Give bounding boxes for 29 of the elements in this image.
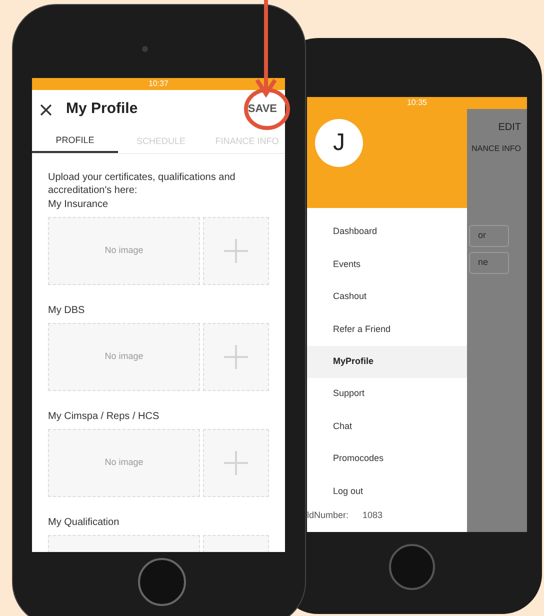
menu-item[interactable]: MyProfile [307, 346, 467, 378]
placeholder-text: No image [104, 350, 144, 364]
add-button[interactable] [203, 323, 269, 391]
plus-icon [224, 239, 248, 263]
close-icon[interactable] [40, 104, 52, 116]
status-time: 10:37 [148, 78, 169, 90]
tab[interactable]: NANCE INFO [472, 143, 521, 155]
section-label: My DBS [48, 304, 86, 317]
screen-title: My Profile [66, 99, 139, 120]
section-label: My Insurance [48, 198, 110, 211]
plus-icon [224, 451, 248, 475]
build-label: ldNumber: [307, 508, 349, 522]
placeholder-text: No image [104, 244, 144, 258]
input-field[interactable]: ne [469, 252, 509, 274]
section-label: My Qualification [48, 516, 120, 529]
input-field[interactable]: or [469, 225, 509, 247]
intro-text: Upload your certificates, qualifications and accreditation's here: [48, 171, 236, 197]
tab[interactable]: PROFILE [32, 130, 118, 153]
avatar[interactable]: J [315, 119, 363, 167]
highlight-circle [243, 88, 291, 130]
build-value: 1083 [362, 508, 383, 522]
placeholder-text: No image [104, 456, 144, 470]
plus-icon [224, 345, 248, 369]
status-time: 10:35 [406, 97, 428, 109]
add-button[interactable] [203, 429, 269, 497]
arrow-icon [255, 0, 277, 98]
edit-button[interactable]: EDIT [498, 120, 521, 135]
section-label: My Cimspa / Reps / HCS [48, 410, 160, 423]
add-button[interactable] [203, 217, 269, 285]
